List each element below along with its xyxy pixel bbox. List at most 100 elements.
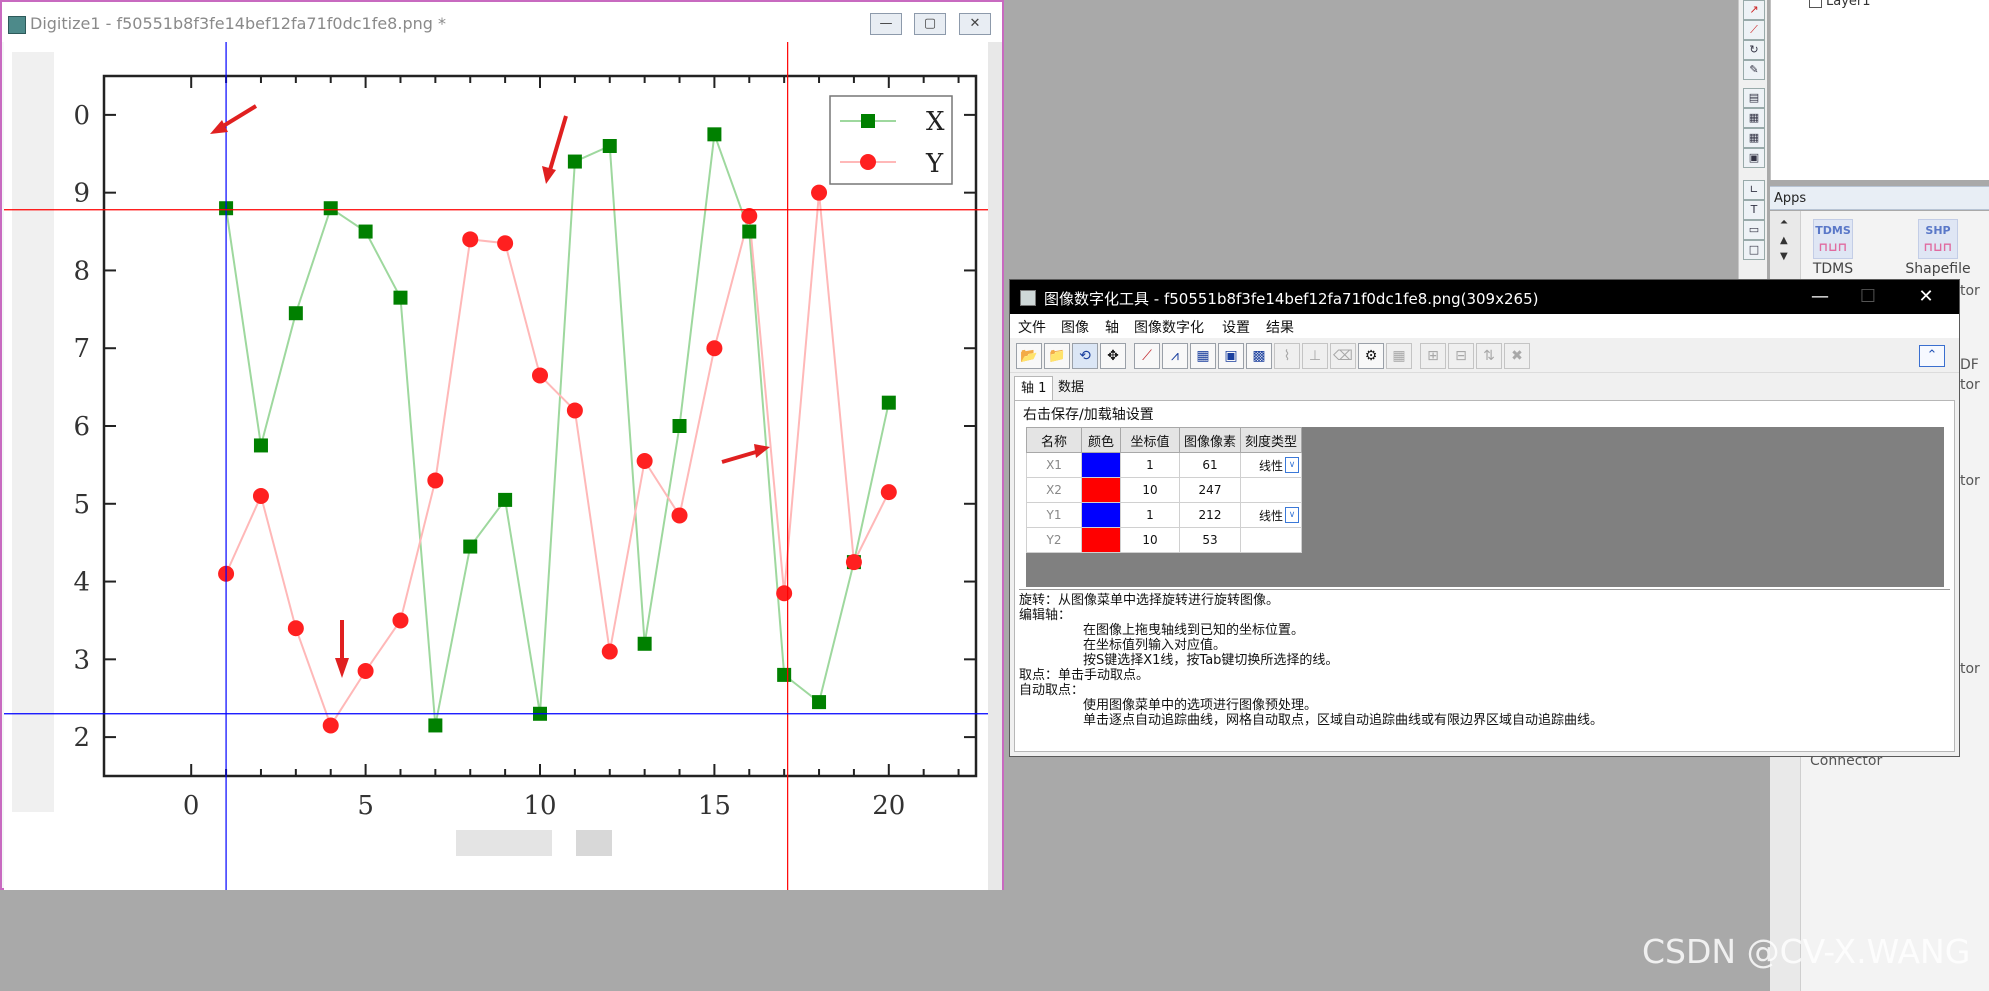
- scroll-up-icon[interactable]: ▲: [1780, 235, 1788, 246]
- digitize-titlebar[interactable]: Digitize1 - f50551b8f3fe14bef12fa71f0dc1…: [2, 2, 1002, 42]
- sort-icon[interactable]: ⇅: [1476, 343, 1502, 369]
- app-tile-shapefile[interactable]: SHP ⊓⊔⊓ Shapefile: [1898, 219, 1978, 277]
- toolbar-rotate-icon[interactable]: ↻: [1743, 40, 1765, 60]
- axis-name-cell: Y2: [1026, 527, 1082, 553]
- table-icon[interactable]: ▦: [1386, 343, 1412, 369]
- scale-type-cell: [1240, 477, 1302, 503]
- y-tick-label: 3: [73, 645, 90, 675]
- table-row[interactable]: X1 1 61 线性 ∨: [1026, 452, 1302, 478]
- data-point-y: [322, 717, 339, 734]
- axis-color-cell[interactable]: [1081, 477, 1121, 503]
- axis-color-cell[interactable]: [1081, 502, 1121, 528]
- chevron-up-icon[interactable]: ⌃: [1919, 345, 1945, 367]
- menu-bar: 文件 图像 轴 图像数字化 设置 结果: [1010, 314, 1959, 338]
- axis-value-cell[interactable]: 10: [1120, 527, 1180, 553]
- axis-pixel-cell[interactable]: 61: [1179, 452, 1241, 478]
- data-series: [218, 127, 897, 734]
- menu-image[interactable]: 图像: [1061, 317, 1089, 337]
- axis-value-cell[interactable]: 10: [1120, 477, 1180, 503]
- auto-trace-icon[interactable]: ⩘: [1162, 343, 1188, 369]
- scroll-down-icon[interactable]: ▼: [1780, 251, 1788, 262]
- add-column-icon[interactable]: ⊞: [1420, 343, 1446, 369]
- axis-color-cell[interactable]: [1081, 527, 1121, 553]
- insert-column-icon[interactable]: ⊟: [1448, 343, 1474, 369]
- app-label-partial: tor: [1960, 283, 1980, 299]
- menu-digitize[interactable]: 图像数字化: [1134, 317, 1204, 337]
- pick-point-icon[interactable]: ⟋: [1134, 343, 1160, 369]
- delete-icon[interactable]: ✖: [1504, 343, 1530, 369]
- toolbar-grid-icon[interactable]: ▦: [1743, 108, 1765, 128]
- curve-icon[interactable]: ⌇: [1274, 343, 1300, 369]
- axis-grid-area: 名称 颜色 坐标值 图像像素 刻度类型 X1 1 61 线性 ∨ X2 10 2…: [1026, 427, 1944, 587]
- axis-color-cell[interactable]: [1081, 452, 1121, 478]
- digitizer-tool-window: 图像数字化工具 - f50551b8f3fe14bef12fa71f0dc1fe…: [1009, 279, 1960, 757]
- data-point-y: [497, 235, 514, 252]
- menu-axis[interactable]: 轴: [1105, 317, 1119, 337]
- close-button[interactable]: ✕: [1906, 284, 1946, 310]
- redacted-axis-title: [12, 52, 54, 812]
- region-trace-icon[interactable]: ▣: [1218, 343, 1244, 369]
- toolbar-arrow-icon[interactable]: ↗: [1743, 0, 1765, 20]
- axis-value-cell[interactable]: 1: [1120, 452, 1180, 478]
- bounded-region-icon[interactable]: ▩: [1246, 343, 1272, 369]
- digitized-chart[interactable]: 0 5 10 15 20 2 3 4 5 6 7 8 9 0 X Y: [4, 42, 988, 890]
- x-tick-label: 15: [698, 791, 731, 821]
- tab-axis-1[interactable]: 轴 1: [1014, 376, 1054, 401]
- menu-file[interactable]: 文件: [1018, 317, 1046, 337]
- axis-pixel-cell[interactable]: 247: [1179, 477, 1241, 503]
- window-title: 图像数字化工具 - f50551b8f3fe14bef12fa71f0dc1fe…: [1044, 290, 1539, 308]
- chevron-down-icon[interactable]: ∨: [1285, 507, 1299, 523]
- rotate-image-icon[interactable]: ⟲: [1072, 343, 1098, 369]
- toolbar-rect-icon[interactable]: ▭: [1743, 220, 1765, 240]
- axis-edit-icon[interactable]: ⊥: [1302, 343, 1328, 369]
- maximize-button[interactable]: ▢: [914, 13, 946, 35]
- checkbox-icon[interactable]: [1809, 0, 1822, 8]
- open-image-icon[interactable]: 📁: [1044, 343, 1070, 369]
- tab-data[interactable]: 数据: [1052, 376, 1090, 400]
- vertical-scrollbar[interactable]: [988, 42, 1002, 890]
- toolbar-square-icon[interactable]: □: [1743, 240, 1765, 260]
- eraser-icon[interactable]: ⌫: [1330, 343, 1356, 369]
- legend: X Y: [829, 95, 953, 185]
- scale-type-select[interactable]: 线性 ∨: [1240, 452, 1302, 478]
- toolbar-layer-icon[interactable]: ▤: [1743, 88, 1765, 108]
- menu-results[interactable]: 结果: [1266, 317, 1294, 337]
- toolbar-line-icon[interactable]: ⟋: [1743, 20, 1765, 40]
- axis-pixel-cell[interactable]: 53: [1179, 527, 1241, 553]
- axis-value-cell[interactable]: 1: [1120, 502, 1180, 528]
- toolbar-digitize-icon[interactable]: ✎: [1743, 60, 1765, 80]
- chevron-down-icon[interactable]: ∨: [1285, 457, 1299, 473]
- maximize-button[interactable]: ☐: [1848, 284, 1888, 310]
- move-icon[interactable]: ✥: [1100, 343, 1126, 369]
- help-line: 编辑轴：: [1019, 608, 1072, 623]
- menu-settings[interactable]: 设置: [1222, 317, 1250, 337]
- settings-icon[interactable]: ⚙: [1358, 343, 1384, 369]
- data-point-y: [392, 612, 409, 629]
- toolbar-grid2-icon[interactable]: ▦: [1743, 128, 1765, 148]
- layer-list-item[interactable]: Layer1: [1809, 0, 1871, 9]
- data-point-x: [672, 419, 687, 433]
- toolbar-merge-icon[interactable]: ▣: [1743, 148, 1765, 168]
- toolbar-axis-icon[interactable]: ∟: [1743, 180, 1765, 200]
- data-point-x: [498, 492, 513, 507]
- column-header: 坐标值: [1120, 427, 1180, 453]
- table-row[interactable]: Y1 1 212 线性 ∨: [1026, 502, 1302, 528]
- vertical-toolbar: ↗ ⟋ ↻ ✎ ▤ ▦ ▦ ▣ ∟ T ▭ □: [1738, 0, 1767, 290]
- grid-pick-icon[interactable]: ▦: [1190, 343, 1216, 369]
- tool-titlebar[interactable]: 图像数字化工具 - f50551b8f3fe14bef12fa71f0dc1fe…: [1010, 280, 1959, 314]
- close-button[interactable]: ✕: [959, 13, 991, 35]
- minimize-button[interactable]: —: [1800, 284, 1840, 310]
- table-row[interactable]: Y2 10 53: [1026, 527, 1302, 553]
- data-point-x: [602, 139, 617, 153]
- app-tile-tdms[interactable]: TDMS ⊓⊔⊓ TDMS: [1808, 219, 1858, 277]
- table-row[interactable]: X2 10 247: [1026, 477, 1302, 503]
- digitize-image-canvas[interactable]: 0 5 10 15 20 2 3 4 5 6 7 8 9 0 X Y: [4, 42, 988, 890]
- minimize-button[interactable]: —: [870, 13, 902, 35]
- toolbar-text-icon[interactable]: T: [1743, 200, 1765, 220]
- axis-pixel-cell[interactable]: 212: [1179, 502, 1241, 528]
- scale-type-select[interactable]: 线性 ∨: [1240, 502, 1302, 528]
- data-point-x: [253, 438, 268, 453]
- scroll-top-icon[interactable]: ⏶: [1780, 217, 1788, 228]
- open-folder-icon[interactable]: 📂: [1016, 343, 1042, 369]
- data-point-x: [637, 636, 652, 651]
